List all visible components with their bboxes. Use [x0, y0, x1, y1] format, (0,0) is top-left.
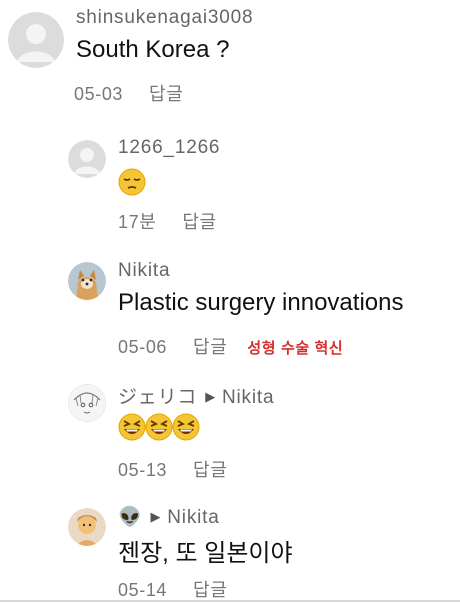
comment-username[interactable]: Nikita [118, 260, 170, 282]
comment-username: 👽 ▶ Nikita [118, 505, 220, 529]
grinning-squinting-face-icon [145, 413, 173, 441]
reply-to-user[interactable]: Nikita [222, 387, 274, 408]
comment-author[interactable]: ジェリコ [118, 387, 197, 408]
pensive-face-icon [118, 168, 146, 196]
comment-username: ジェリコ ▶ Nikita [118, 382, 274, 409]
comment-meta: 05-14 답글 [118, 576, 227, 602]
character-avatar-icon[interactable] [68, 508, 106, 546]
reply-to-user[interactable]: Nikita [167, 507, 219, 528]
comment-author[interactable]: 👽 [118, 507, 142, 528]
grinning-squinting-face-icon [172, 413, 200, 441]
reply-button[interactable]: 답글 [193, 580, 227, 600]
comment-meta: 17분 답글 [118, 208, 217, 234]
comment-date: 05-06 [118, 337, 168, 357]
sketch-avatar-icon[interactable] [68, 384, 106, 422]
comment-date: 05-03 [74, 84, 124, 104]
reply-button[interactable]: 답글 [193, 337, 227, 357]
comment-text: Plastic surgery innovations [118, 289, 404, 316]
translation-text: 성형 수술 혁신 [247, 340, 344, 357]
grinning-squinting-face-icon [118, 413, 146, 441]
comment-meta: 05-06 답글 성형 수술 혁신 [118, 333, 343, 359]
comment-username[interactable]: 1266_1266 [118, 137, 220, 159]
comment-date: 05-13 [118, 460, 168, 480]
comment-meta: 05-03 답글 [74, 80, 183, 106]
comment-date: 17분 [118, 212, 157, 232]
comment-text: 젠장, 또 일본이야 [118, 540, 293, 567]
reply-button[interactable]: 답글 [149, 84, 183, 104]
comment-emoji-row [118, 165, 146, 196]
reply-button[interactable]: 답글 [182, 212, 216, 232]
dog-avatar-icon[interactable] [68, 262, 106, 300]
comment-date: 05-14 [118, 580, 168, 600]
comment-emoji-row [118, 410, 200, 441]
divider [0, 600, 460, 602]
comment-meta: 05-13 답글 [118, 456, 227, 482]
default-avatar-icon[interactable] [68, 140, 106, 178]
reply-button[interactable]: 답글 [193, 460, 227, 480]
reply-arrow-icon: ▶ [150, 509, 162, 524]
comment-username[interactable]: shinsukenagai3008 [76, 7, 253, 29]
default-avatar-icon[interactable] [8, 12, 64, 68]
comment-text: South Korea ? [76, 36, 230, 63]
reply-arrow-icon: ▶ [205, 389, 217, 404]
